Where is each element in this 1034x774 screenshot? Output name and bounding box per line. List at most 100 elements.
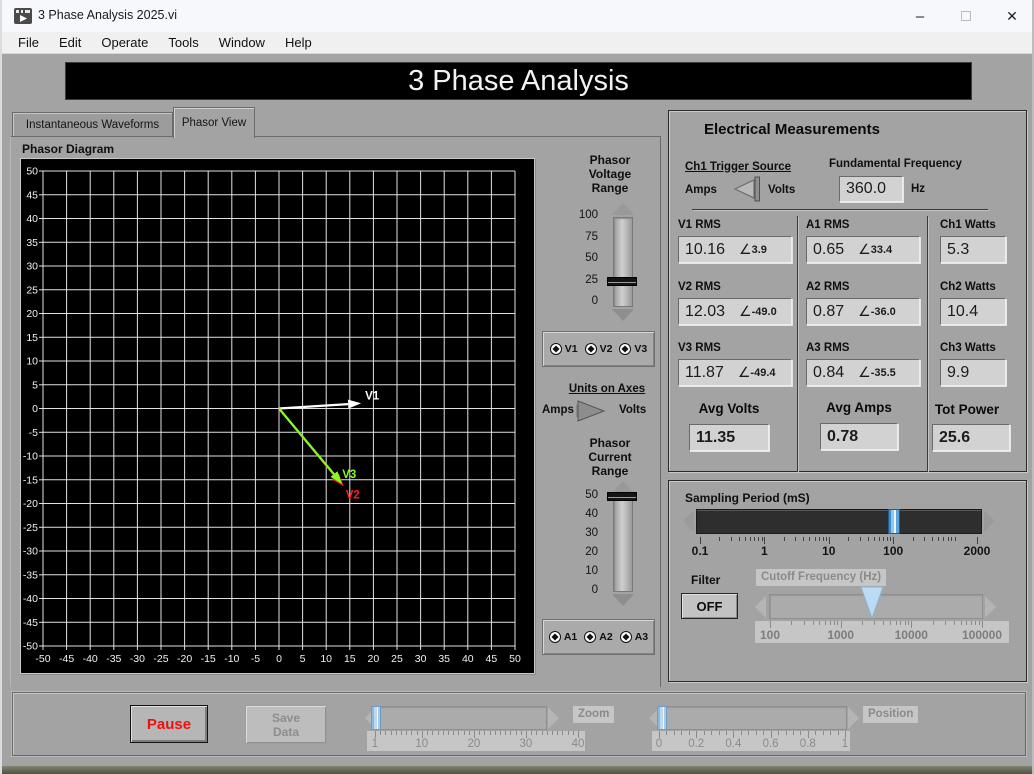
radio-v3[interactable]: V3	[619, 343, 647, 355]
sampling-left-arrow[interactable]	[683, 510, 694, 532]
major-tick	[733, 731, 734, 738]
sampling-handle[interactable]	[888, 509, 900, 534]
svg-text:-25: -25	[153, 653, 168, 665]
radio-icon	[550, 343, 562, 355]
svg-text:-50: -50	[35, 653, 50, 665]
trigger-volts-label: Volts	[768, 184, 795, 196]
minimize-button[interactable]: –	[900, 0, 940, 32]
scale-tick-label: 100	[760, 628, 780, 642]
scale-tick-label: 10	[415, 738, 428, 750]
voltage-range-up-arrow[interactable]	[612, 203, 634, 215]
sampling-right-arrow[interactable]	[984, 510, 995, 532]
a2-rms-cell: A2 RMS 0.87∠-36.0	[806, 281, 920, 325]
scale-tick-label: 40	[572, 738, 585, 750]
menu-item-operate[interactable]: Operate	[91, 32, 158, 54]
svg-text:-45: -45	[59, 653, 74, 665]
minor-tick	[890, 537, 891, 541]
pause-button[interactable]: Pause	[130, 705, 208, 743]
minor-tick	[681, 731, 682, 735]
a2-rms-value: 0.87∠-36.0	[806, 298, 920, 325]
cutoff-right-arrow[interactable]	[985, 596, 996, 618]
position-track[interactable]	[663, 706, 847, 730]
v3-rms-cell: V3 RMS 11.87∠-49.4	[678, 342, 792, 386]
minor-tick	[975, 621, 976, 625]
minor-tick	[756, 731, 757, 735]
current-range-handle[interactable]	[607, 492, 637, 501]
maximize-button[interactable]	[946, 0, 986, 32]
major-tick	[770, 621, 771, 628]
current-range-rail[interactable]	[613, 495, 633, 592]
voltage-range-handle[interactable]	[607, 277, 637, 286]
minor-tick	[689, 731, 690, 735]
minor-tick	[819, 537, 820, 541]
position-handle[interactable]	[657, 706, 667, 730]
minor-tick	[786, 731, 787, 735]
minor-tick	[938, 537, 939, 541]
menu-item-edit[interactable]: Edit	[49, 32, 91, 54]
zoom-handle[interactable]	[371, 706, 381, 730]
cutoff-left-arrow[interactable]	[755, 596, 766, 618]
menu-item-window[interactable]: Window	[209, 32, 275, 54]
zoom-right-arrow[interactable]	[548, 707, 559, 729]
save-data-button[interactable]: SaveData	[245, 705, 327, 744]
menu-item-help[interactable]: Help	[275, 32, 322, 54]
major-tick	[526, 731, 527, 738]
minor-tick	[490, 731, 491, 735]
close-icon: ✕	[1006, 8, 1018, 25]
tab-phasor-view[interactable]: Phasor View	[173, 107, 255, 138]
svg-text:-20: -20	[177, 653, 192, 665]
minor-tick	[883, 537, 884, 541]
minor-tick	[484, 731, 485, 735]
svg-text:-30: -30	[23, 546, 38, 558]
minor-tick	[674, 731, 675, 735]
minimize-icon: –	[916, 8, 924, 25]
units-switch[interactable]	[575, 399, 607, 423]
sampling-track[interactable]	[696, 509, 982, 534]
ch3-watts-cell: Ch3 Watts 9.9	[940, 342, 1006, 386]
scale-tick-label: 100	[554, 209, 598, 221]
radio-v2[interactable]: V2	[585, 343, 613, 355]
minor-tick	[948, 537, 949, 541]
svg-text:45: 45	[486, 653, 498, 665]
svg-text:-10: -10	[224, 653, 239, 665]
a1-rms-value: 0.65∠33.4	[806, 236, 920, 263]
menu-item-file[interactable]: File	[8, 32, 49, 54]
trigger-source-switch[interactable]	[731, 175, 765, 203]
minor-tick	[961, 621, 962, 625]
minor-tick	[417, 731, 418, 735]
major-tick	[422, 731, 423, 738]
menu-item-tools[interactable]: Tools	[158, 32, 208, 54]
radio-a3[interactable]: A3	[620, 631, 648, 643]
cutoff-pointer[interactable]	[859, 585, 885, 620]
avg-volts-value: 11.35	[689, 424, 769, 451]
tab-instantaneous-waveforms[interactable]: Instantaneous Waveforms	[12, 112, 173, 137]
radio-a2[interactable]: A2	[584, 631, 612, 643]
ch1-watts-value: 5.3	[940, 236, 1006, 263]
svg-text:-20: -20	[23, 498, 38, 510]
scale-tick-label: 0	[554, 295, 598, 307]
radio-v1[interactable]: V1	[550, 343, 578, 355]
radio-icon	[585, 343, 597, 355]
scale-tick-label: 0.8	[800, 738, 816, 750]
minor-tick	[838, 731, 839, 735]
major-tick	[764, 537, 765, 544]
scale-tick-label: 10	[822, 544, 835, 558]
banner-title: 3 Phase Analysis	[408, 65, 629, 98]
voltage-range-rail[interactable]	[613, 217, 633, 307]
minor-tick	[879, 537, 880, 541]
zoom-track[interactable]	[379, 706, 547, 730]
filter-off-button[interactable]: OFF	[681, 593, 738, 619]
position-right-arrow[interactable]	[848, 707, 859, 729]
scale-tick-label: 100	[883, 544, 903, 558]
minor-tick	[704, 731, 705, 735]
minor-tick	[823, 731, 824, 735]
minor-tick	[762, 537, 763, 541]
voltage-range-down-arrow[interactable]	[612, 309, 634, 321]
svg-text:50: 50	[26, 166, 38, 178]
radio-a1[interactable]: A1	[549, 631, 577, 643]
close-button[interactable]: ✕	[992, 0, 1032, 32]
v2-rms-cell: V2 RMS 12.03∠-49.0	[678, 281, 792, 325]
vi-window: 3 Phase Analysis 2025.vi – ✕ FileEditOpe…	[0, 0, 1034, 774]
banner: 3 Phase Analysis	[65, 62, 972, 100]
current-range-down-arrow[interactable]	[612, 594, 634, 606]
